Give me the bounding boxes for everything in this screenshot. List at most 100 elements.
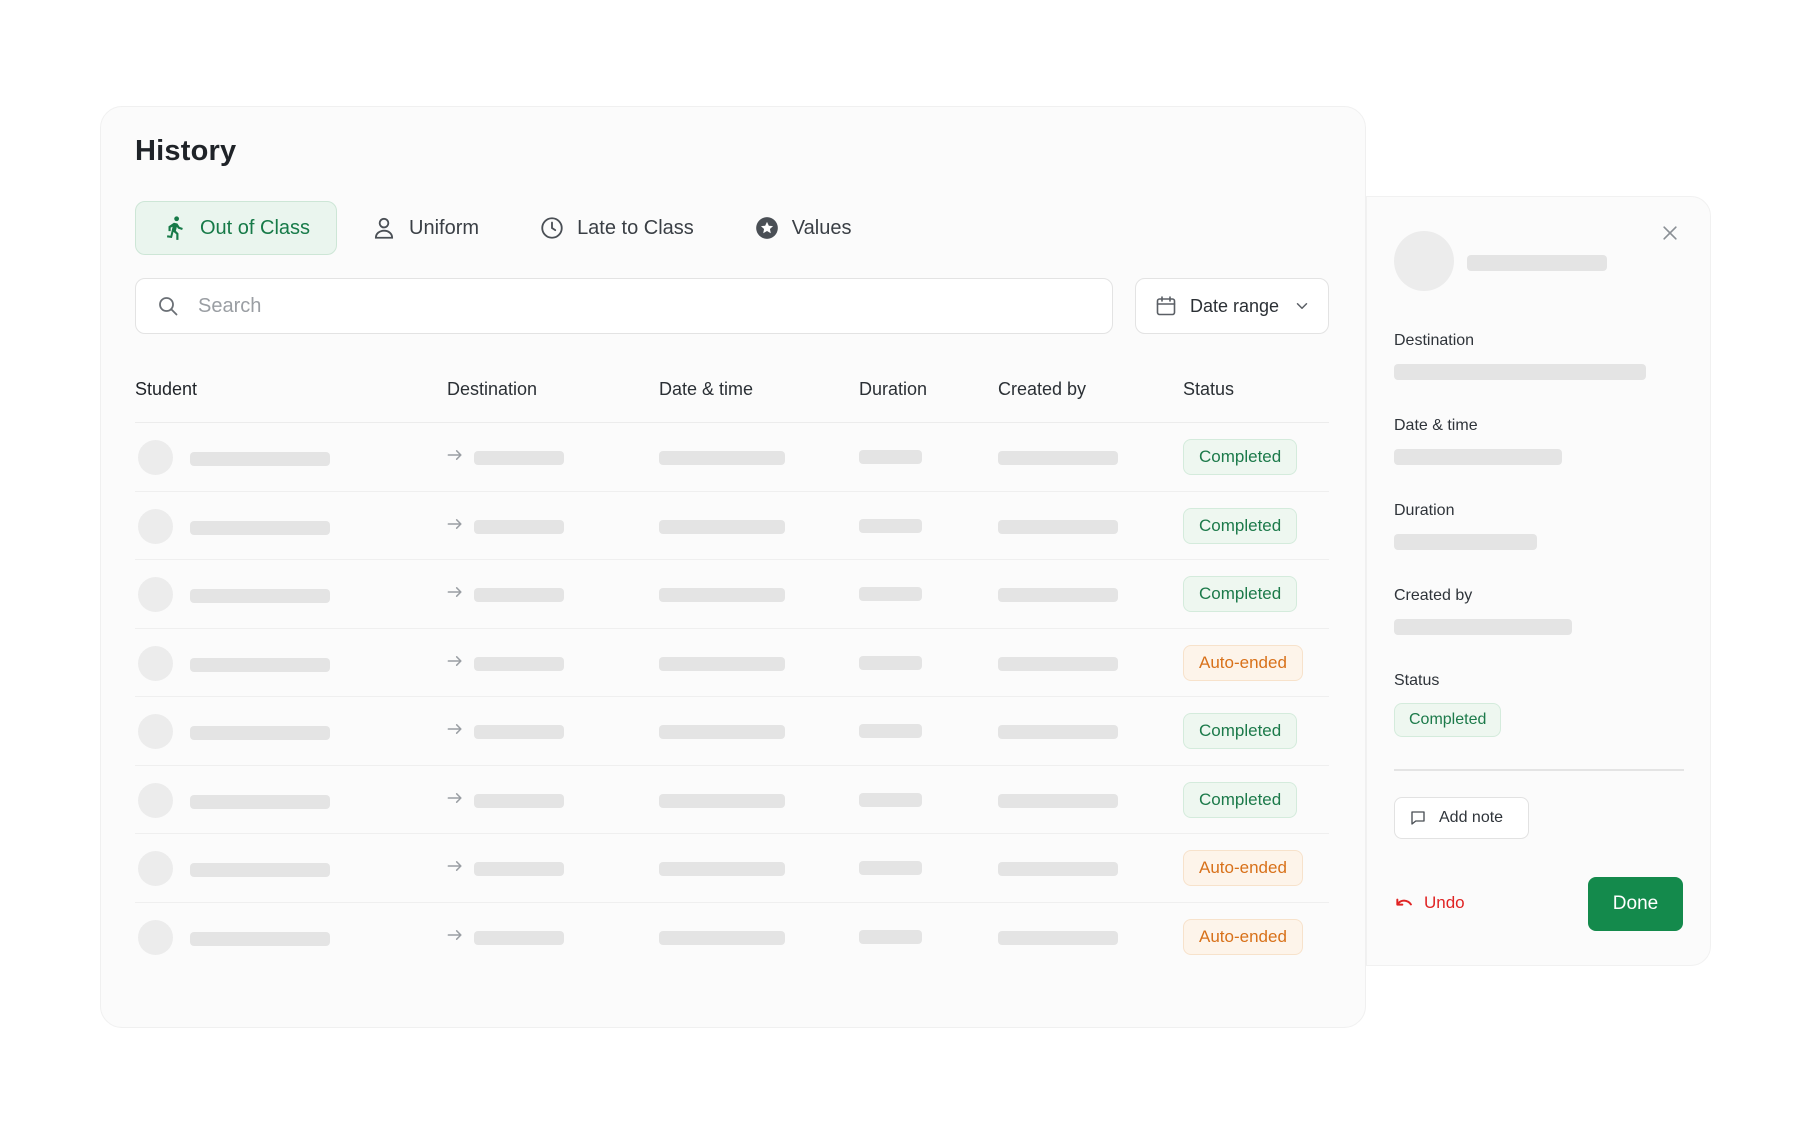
divider [1394,769,1684,771]
created-by-placeholder [998,793,1118,808]
tab-late-to-class[interactable]: Late to Class [513,201,720,255]
search-icon [156,294,180,318]
date-time-label: Date & time [1394,417,1478,434]
tab-out-of-class[interactable]: Out of Class [135,201,338,255]
header-student[interactable]: Student [135,379,197,400]
close-icon[interactable] [1660,223,1680,243]
destination-placeholder [474,588,564,602]
status-badge: Auto-ended [1183,644,1303,681]
date-time-placeholder [659,588,785,602]
duration-placeholder [859,518,922,533]
destination-placeholder [474,451,564,465]
avatar [138,919,173,955]
student-name-placeholder [190,589,330,603]
destination-placeholder [474,725,564,739]
arrow-right-icon [445,514,465,534]
arrow-right-icon [445,788,465,808]
arrow-right-icon [445,445,465,465]
date-range-dropdown[interactable]: Date range [1135,278,1329,334]
header-duration[interactable]: Duration [859,379,927,400]
duration-placeholder [859,929,922,944]
created-by-placeholder [998,519,1118,534]
destination-placeholder [474,862,564,876]
duration-placeholder [859,792,922,807]
search-box [135,278,1113,334]
duration-placeholder [1394,534,1537,550]
done-button[interactable]: Done [1588,877,1683,931]
tab-label: Values [791,216,852,239]
created-by-placeholder [998,930,1118,945]
student-name-placeholder [190,452,330,466]
created-by-placeholder [1394,619,1572,635]
person-icon [371,215,397,241]
header-destination[interactable]: Destination [447,379,537,400]
student-name-placeholder [190,657,330,672]
table-body: Completed Completed Completed Auto-ended Com… [135,423,1329,971]
detail-panel: Destination Date & time Duration Created… [1366,196,1711,966]
header-date-time[interactable]: Date & time [659,379,753,400]
undo-label: Undo [1424,893,1465,912]
avatar [138,851,173,886]
search-input[interactable] [198,294,1078,318]
add-note-button[interactable]: Add note [1394,797,1529,839]
destination-placeholder [1394,364,1646,380]
table-row[interactable]: Auto-ended [135,903,1329,972]
arrow-right-icon [445,856,465,876]
table-row[interactable]: Completed [135,492,1329,560]
arrow-right-icon [445,925,465,945]
table-header: Student Destination Date & time Duration… [135,357,1329,423]
arrow-right-icon [445,719,465,739]
avatar [138,440,173,475]
header-created-by[interactable]: Created by [998,379,1086,400]
status-badge: Completed [1183,507,1298,544]
date-time-placeholder [659,862,785,876]
duration-placeholder [859,724,922,738]
student-name-placeholder [1467,255,1607,271]
destination-placeholder [474,930,564,945]
calendar-icon [1154,294,1178,318]
created-by-placeholder [998,656,1118,671]
destination-placeholder [474,656,564,671]
created-by-placeholder [998,725,1118,739]
clock-icon [539,215,565,241]
status-badge: Completed [1183,439,1298,475]
header-status[interactable]: Status [1183,379,1234,400]
table-row[interactable]: Completed [135,766,1329,834]
undo-icon [1394,893,1414,913]
tab-label: Late to Class [577,216,694,239]
duration-placeholder [859,861,922,875]
status-badge: Completed [1183,781,1298,818]
table-row[interactable]: Auto-ended [135,629,1329,697]
add-note-label: Add note [1439,809,1504,826]
table-row[interactable]: Completed [135,423,1329,492]
tab-uniform[interactable]: Uniform [345,201,505,255]
table-row[interactable]: Completed [135,560,1329,629]
date-time-placeholder [659,930,785,945]
status-badge: Completed [1183,576,1298,612]
created-by-placeholder [998,451,1118,465]
star-badge-icon [754,215,780,241]
duration-placeholder [859,587,922,601]
table-row[interactable]: Auto-ended [135,834,1329,903]
avatar [138,714,173,749]
student-name-placeholder [190,794,330,809]
avatar [1394,231,1454,291]
student-name-placeholder [190,520,330,535]
date-time-placeholder [659,451,785,465]
status-badge: Completed [1394,703,1502,737]
tab-bar: Out of Class Uniform Late to Class Value… [135,201,885,255]
status-badge: Completed [1183,713,1298,749]
arrow-right-icon [445,582,465,602]
page-title: History [135,135,237,167]
student-name-placeholder [190,931,330,946]
destination-placeholder [474,519,564,534]
avatar [138,577,173,612]
avatar [138,782,173,818]
walking-person-icon [162,215,188,241]
table-row[interactable]: Completed [135,697,1329,766]
undo-button[interactable]: Undo [1394,893,1465,913]
date-range-label: Date range [1190,295,1280,316]
date-time-placeholder [659,725,785,739]
tab-values[interactable]: Values [728,201,878,255]
comment-icon [1409,809,1427,827]
